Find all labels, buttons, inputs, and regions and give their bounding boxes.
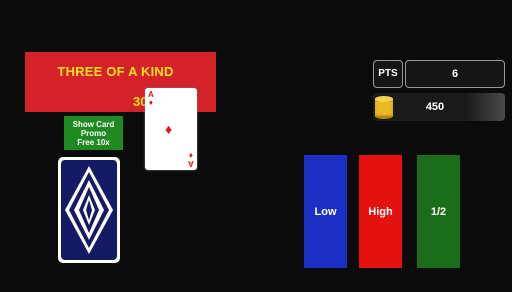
points-value: 6: [405, 60, 505, 88]
deck-card-back[interactable]: [58, 157, 120, 263]
low-button[interactable]: Low: [304, 155, 347, 268]
revealed-card: A ♦ ♦ A ♦: [145, 88, 197, 170]
promo-line-2: Promo: [80, 128, 107, 138]
promo-line-1: Show Card: [72, 119, 115, 129]
diamond-pip-icon: ♦: [165, 121, 173, 137]
diamond-suit-icon: ♦: [189, 151, 194, 160]
points-label: PTS: [373, 60, 403, 88]
show-card-promo-button[interactable]: Show Card Promo Free 10x: [64, 116, 123, 150]
promo-line-3: Free 10x: [77, 137, 110, 147]
card-corner-top: A ♦: [148, 91, 154, 107]
coins-value: 450: [425, 101, 445, 113]
hand-result-title: THREE OF A KIND: [57, 64, 174, 79]
diamond-suit-icon: ♦: [148, 98, 153, 107]
card-corner-bottom: A ♦: [188, 151, 194, 168]
half-button[interactable]: 1/2: [417, 155, 460, 268]
coin-stack-icon: [375, 96, 393, 119]
card-rank-bottom: A: [188, 159, 194, 168]
high-button[interactable]: High: [359, 155, 402, 268]
card-back-pattern-icon: [61, 160, 117, 260]
